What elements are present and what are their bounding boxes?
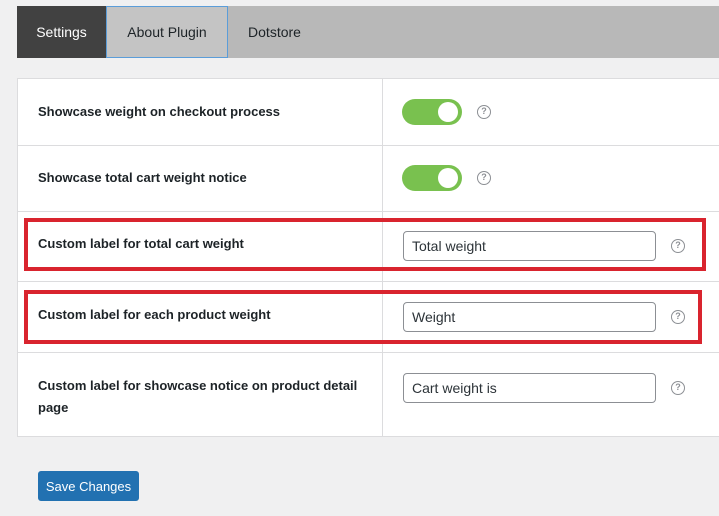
tab-settings[interactable]: Settings [17,6,106,58]
plugin-tab-bar: Settings About Plugin Dotstore [17,6,719,58]
checkout-weight-toggle[interactable] [402,99,462,125]
row-divider [18,281,719,282]
row-divider [18,211,719,212]
tab-dotstore[interactable]: Dotstore [228,6,321,58]
checkout-weight-label: Showcase weight on checkout process [38,104,281,119]
save-changes-button[interactable]: Save Changes [38,471,139,501]
toggle-knob [438,102,458,122]
toggle-knob [438,168,458,188]
product-detail-notice-input[interactable] [403,373,656,403]
help-icon[interactable]: ? [671,381,685,395]
cart-weight-notice-label: Showcase total cart weight notice [38,170,247,185]
cart-weight-notice-toggle[interactable] [402,165,462,191]
tab-about-plugin[interactable]: About Plugin [106,6,228,58]
row-divider [18,145,719,146]
highlight-box-product-weight [24,290,702,344]
row-divider [18,352,719,353]
highlight-box-total-cart [24,218,706,271]
help-icon[interactable]: ? [477,105,491,119]
product-detail-notice-label: Custom label for showcase notice on prod… [38,378,358,415]
help-icon[interactable]: ? [477,171,491,185]
